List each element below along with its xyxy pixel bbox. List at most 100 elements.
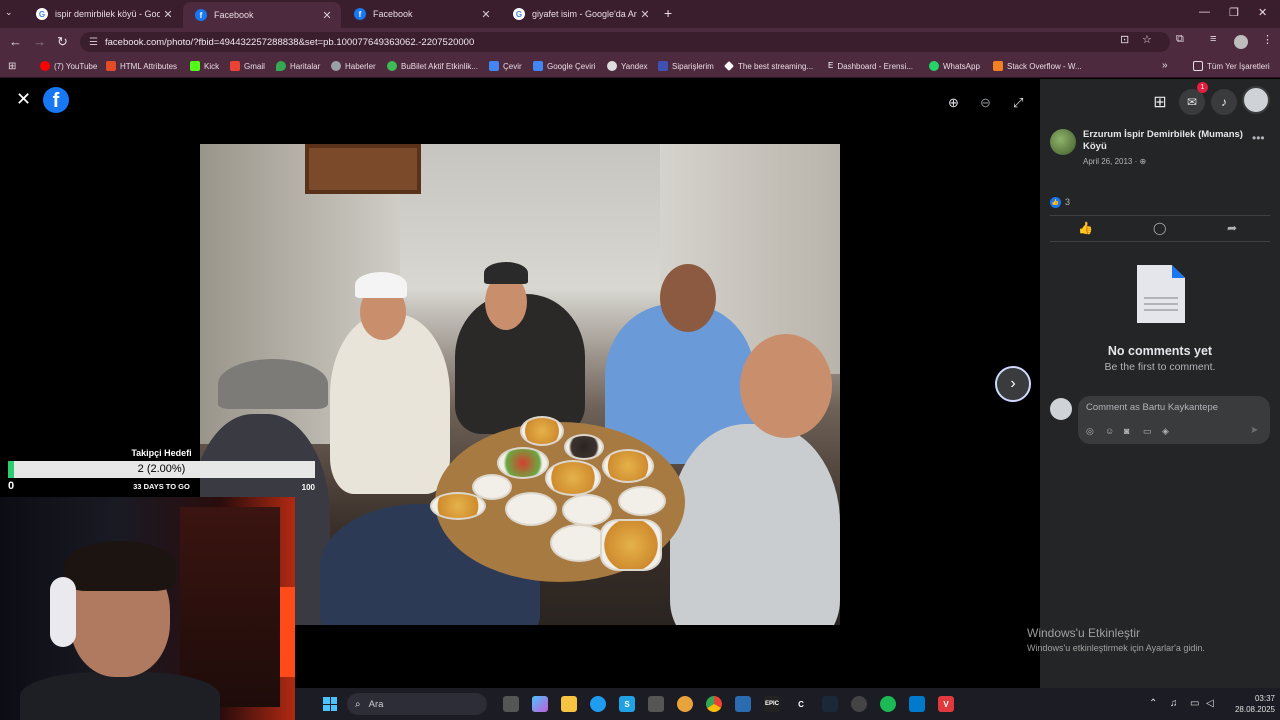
photo-person (670, 424, 840, 625)
taskbar-search[interactable]: ⌕ Ara (347, 693, 487, 715)
notifications-bell-icon[interactable]: ♪ (1211, 89, 1237, 115)
bookmark-label: WhatsApp (943, 61, 980, 71)
reading-list-icon[interactable]: ≡ (1210, 33, 1216, 45)
photo-plate (600, 519, 662, 571)
file-explorer-icon[interactable] (561, 696, 577, 712)
comment-input[interactable]: Comment as Bartu Kaykantepe ◎ ☺ ◙ ▭ ◈ ➤ (1078, 396, 1270, 444)
store-icon[interactable] (648, 696, 664, 712)
translate-icon (533, 61, 543, 71)
extensions-icon[interactable]: ⧉ (1176, 33, 1184, 46)
network-icon[interactable]: ▭ (1190, 698, 1199, 709)
close-window-icon[interactable]: ✕ (1258, 6, 1267, 19)
zoom-in-icon[interactable]: ⊕ (948, 95, 959, 111)
tab-search-icon[interactable]: ⌄ (5, 7, 13, 18)
vscode-icon[interactable] (909, 696, 925, 712)
close-tab-icon[interactable]: ✕ (478, 8, 494, 21)
account-avatar[interactable] (1242, 86, 1270, 114)
bookmark-stackoverflow[interactable]: Stack Overflow - W... (993, 61, 1082, 71)
tab-google-search[interactable]: G ispir demirbilek köyü - Google'd ✕ (24, 3, 182, 25)
app-c-icon[interactable]: C (793, 696, 809, 712)
like-button[interactable]: 👍 (1078, 221, 1093, 235)
send-icon[interactable]: ➤ (1250, 425, 1258, 436)
avatar-sticker-icon[interactable]: ◎ (1086, 426, 1094, 437)
bookmark-orders[interactable]: Siparişlerim (658, 61, 714, 71)
menu-grid-icon[interactable]: ⊞ (1147, 89, 1173, 115)
bookmark-youtube[interactable]: (7) YouTube (40, 61, 97, 71)
photos-icon[interactable] (735, 696, 751, 712)
profile-avatar-icon[interactable] (1234, 35, 1248, 49)
close-tab-icon[interactable]: ✕ (160, 8, 176, 21)
zoom-out-icon[interactable]: ⊖ (980, 95, 991, 111)
steam-icon[interactable] (822, 696, 838, 712)
address-bar[interactable]: ☰ facebook.com/photo/?fbid=4944322572888… (80, 32, 1170, 52)
install-app-icon[interactable]: ⊡ (1120, 33, 1129, 46)
facebook-logo-icon[interactable]: f (43, 87, 69, 113)
comment-button[interactable]: ◯ (1153, 221, 1166, 235)
bookmark-google-translate[interactable]: Google Çeviri (533, 61, 595, 71)
like-count[interactable]: 3 (1065, 197, 1070, 207)
minimize-icon[interactable]: — (1199, 6, 1210, 18)
bookmark-label: (7) YouTube (54, 61, 98, 71)
more-bookmarks-icon[interactable]: » (1162, 60, 1168, 71)
reload-icon[interactable]: ↻ (57, 35, 68, 49)
windows-start-icon[interactable] (323, 697, 337, 711)
epic-games-icon[interactable]: EPIC (764, 696, 780, 712)
chrome-icon[interactable] (706, 696, 722, 712)
restore-icon[interactable]: ❐ (1229, 6, 1239, 19)
close-tab-icon[interactable]: ✕ (319, 9, 335, 22)
obs-icon[interactable] (851, 696, 867, 712)
bookmark-streaming[interactable]: The best streaming... (724, 61, 813, 71)
camera-icon[interactable]: ◙ (1124, 426, 1129, 436)
bookmark-label: Dashboard - Erensi... (837, 61, 913, 71)
apps-grid-icon[interactable]: ⊞ (8, 61, 16, 72)
tab-google-search-2[interactable]: G giyafet isim - Google'da Ara ✕ (501, 3, 659, 25)
bookmark-star-icon[interactable]: ☆ (1142, 33, 1152, 46)
bookmark-yandex[interactable]: Yandex (607, 61, 648, 71)
webcam-light (280, 587, 295, 677)
site-info-icon[interactable]: ☰ (89, 37, 99, 48)
copilot-icon[interactable] (532, 696, 548, 712)
tab-facebook-active[interactable]: f Facebook ✕ (183, 2, 341, 28)
next-photo-button[interactable]: › (995, 366, 1031, 402)
bookmark-bubilet[interactable]: BuBilet Aktif Etkinlik... (387, 61, 478, 71)
emoji-icon[interactable]: ☺ (1105, 426, 1114, 436)
back-icon[interactable]: ← (9, 35, 22, 49)
bookmark-translate[interactable]: Çevir (489, 61, 522, 71)
tab-facebook[interactable]: f Facebook ✕ (342, 3, 500, 25)
bookmark-kick[interactable]: Kick (190, 61, 219, 71)
fullscreen-icon[interactable]: ⤢ (1013, 95, 1023, 111)
forward-icon[interactable]: → (33, 35, 46, 49)
new-tab-icon[interactable]: + (664, 5, 672, 21)
poster-name[interactable]: Erzurum İspir Demirbilek (Mumans) Köyü (1083, 129, 1253, 153)
clock[interactable]: 03:37 28.08.2025 (1223, 693, 1275, 715)
bookmark-whatsapp[interactable]: WhatsApp (929, 61, 980, 71)
app-v-icon[interactable]: V (938, 696, 954, 712)
skype-icon[interactable]: S (619, 696, 635, 712)
close-tab-icon[interactable]: ✕ (637, 8, 653, 21)
bookmark-news[interactable]: Haberler (331, 61, 376, 71)
windows-taskbar: ⌕ Ara S EPIC C V ⌃ ♫ ▭ ◁ 03:37 28.08.202… (295, 688, 1280, 720)
all-bookmarks[interactable]: Tüm Yer İşaretleri (1193, 61, 1270, 71)
bookmark-html-attributes[interactable]: HTML Attributes (106, 61, 177, 71)
bookmark-maps[interactable]: Haritalar (276, 61, 320, 71)
tray-overflow-icon[interactable]: ⌃ (1149, 698, 1157, 709)
gmail-icon (230, 61, 240, 71)
edge-icon[interactable] (590, 696, 606, 712)
post-date[interactable]: April 26, 2013 · ⊕ (1083, 157, 1146, 166)
poster-avatar[interactable] (1050, 129, 1076, 155)
microphone-icon[interactable]: ♫ (1170, 698, 1178, 709)
sticker-icon[interactable]: ◈ (1162, 426, 1169, 437)
gif-icon[interactable]: ▭ (1143, 426, 1152, 437)
kebab-menu-icon[interactable]: ⋮ (1262, 33, 1273, 46)
spotify-icon[interactable] (880, 696, 896, 712)
more-options-icon[interactable]: ••• (1252, 131, 1265, 145)
share-button[interactable]: ➦ (1227, 221, 1237, 235)
bookmark-gmail[interactable]: Gmail (230, 61, 265, 71)
volume-icon[interactable]: ◁ (1206, 698, 1214, 709)
bubilet-icon (387, 61, 397, 71)
post-photo[interactable] (200, 144, 840, 625)
app-icon[interactable] (677, 696, 693, 712)
task-view-icon[interactable] (503, 696, 519, 712)
close-icon[interactable]: ✕ (16, 89, 31, 110)
bookmark-dashboard[interactable]: E Dashboard - Erensi... (828, 61, 913, 71)
